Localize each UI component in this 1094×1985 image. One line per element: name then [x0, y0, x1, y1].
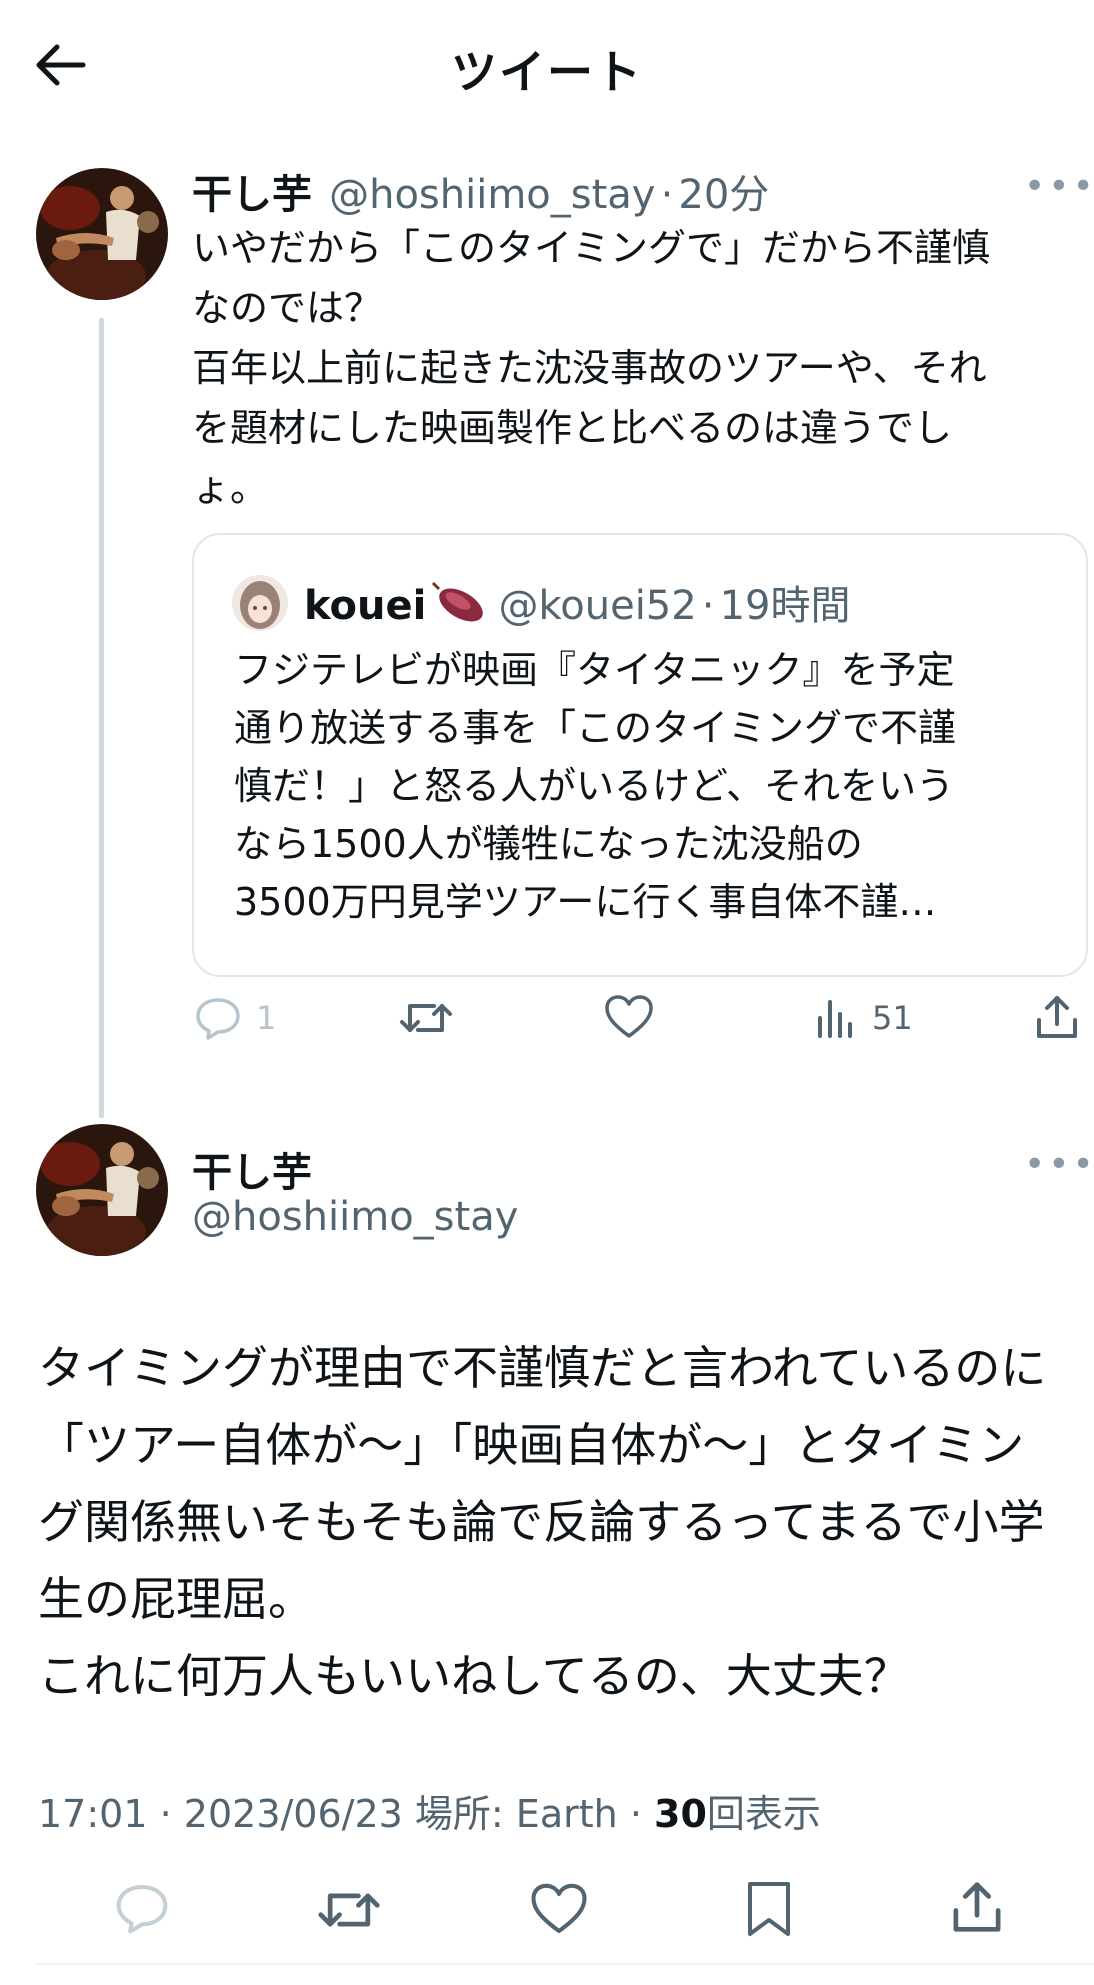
separator-dot: ·: [159, 1792, 172, 1836]
sweet-potato-icon: [432, 581, 484, 622]
analytics-icon: [818, 1000, 852, 1038]
views-button[interactable]: 51: [816, 996, 913, 1040]
text-line: フジテレビが映画『タイタニック』を予定: [234, 648, 955, 692]
painting-avatar-image: [36, 168, 168, 300]
bookmark-icon: [748, 1882, 790, 1936]
share-icon: [1037, 996, 1077, 1038]
more-options-icon[interactable]: •••: [1024, 166, 1094, 207]
text-line: 「ツアー自体が〜」「映画自体が〜」とタイミン: [38, 1418, 1025, 1472]
text-line: 通り放送する事を「このタイミングで不謹: [234, 706, 957, 750]
reply-button[interactable]: 1: [194, 996, 276, 1040]
tweet-location: 場所: Earth: [414, 1792, 618, 1836]
text-line: グ関係無いそもそも論で反論するってまるで小学: [38, 1495, 1045, 1549]
quote-header: kouei @kouei52 · 19時間: [304, 573, 851, 631]
divider: [36, 1963, 1094, 1965]
thread-connector: [99, 318, 104, 1118]
share-button[interactable]: [1034, 994, 1080, 1044]
author-name[interactable]: 干し芋: [192, 172, 312, 218]
text-line: 百年以上前に起きた沈没事故のツアーや、それ: [192, 346, 987, 390]
page-title: ツイート: [451, 45, 643, 99]
text-line: これに何万人もいいねしてるの、大丈夫？: [38, 1649, 910, 1703]
quote-avatar: [232, 575, 288, 631]
tweet-text: いやだから「このタイミングで」だから不謹慎 なのでは？ 百年以上前に起きた沈没事…: [192, 218, 1082, 518]
avatar[interactable]: [36, 168, 168, 300]
author-handle[interactable]: @hoshiimo_stay: [329, 172, 655, 218]
quoted-tweet[interactable]: kouei @kouei52 · 19時間 フジテレビが映画『タイタニック』を予…: [192, 533, 1088, 977]
reply-icon: [196, 998, 240, 1040]
like-button[interactable]: [530, 1882, 588, 1940]
like-button[interactable]: [604, 994, 654, 1044]
avatar[interactable]: [36, 1124, 168, 1256]
author-name[interactable]: 干し芋: [192, 1140, 312, 1198]
quote-author-name: kouei: [304, 583, 427, 629]
quote-time: 19時間: [719, 583, 851, 629]
text-line: ょ。: [192, 466, 269, 510]
reply-icon: [116, 1884, 168, 1934]
reply-button[interactable]: [114, 1882, 170, 1938]
bookmark-button[interactable]: [744, 1880, 794, 1942]
text-line: 生の屁理屈。: [38, 1572, 314, 1626]
author-handle[interactable]: @hoshiimo_stay: [192, 1194, 518, 1240]
top-bar: ツイート: [0, 0, 1094, 130]
tweet-date[interactable]: 2023/06/23: [184, 1792, 403, 1836]
tweet-header: 干し芋 @hoshiimo_stay · 20分: [192, 162, 769, 220]
heart-icon: [605, 995, 653, 1038]
reply-count: 1: [256, 999, 277, 1037]
retweet-icon: [318, 1893, 380, 1927]
text-line: 3500万円見学ツアーに行く事自体不謹…: [234, 880, 937, 924]
painting-avatar-image: [36, 1124, 168, 1256]
retweet-button[interactable]: [398, 996, 454, 1044]
text-line: 慎だ！」と怒る人がいるけど、それをいう: [234, 764, 955, 808]
text-line: なのでは？: [192, 286, 383, 330]
tweet-meta: 17:01 · 2023/06/23 場所: Earth · 30回表示: [38, 1783, 821, 1838]
views-label: 回表示: [706, 1792, 821, 1836]
views-count: 30: [654, 1792, 707, 1836]
retweet-icon: [400, 1004, 452, 1032]
separator-dot: ·: [629, 1792, 642, 1836]
text-line: なら1500人が犠牲になった沈没船の: [234, 822, 863, 866]
share-icon: [953, 1882, 1001, 1932]
anime-avatar-image: [232, 575, 288, 631]
more-options-icon[interactable]: •••: [1024, 1144, 1094, 1185]
tweet-time[interactable]: 20分: [678, 172, 769, 218]
heart-icon: [531, 1883, 587, 1934]
tweet-timestamp[interactable]: 17:01: [38, 1792, 148, 1836]
view-count: 51: [872, 999, 913, 1037]
quote-text: フジテレビが映画『タイタニック』を予定 通り放送する事を「このタイミングで不謹 …: [234, 641, 1054, 931]
share-button[interactable]: [950, 1880, 1004, 1938]
retweet-button[interactable]: [316, 1884, 382, 1940]
tweet-text: タイミングが理由で不謹慎だと言われているのに 「ツアー自体が〜」「映画自体が〜」…: [38, 1330, 1078, 1715]
text-line: いやだから「このタイミングで」だから不謹慎: [192, 226, 991, 270]
quote-author-handle: @kouei52: [498, 583, 697, 629]
text-line: タイミングが理由で不謹慎だと言われているのに: [38, 1341, 1047, 1395]
separator-dot: ·: [701, 583, 715, 629]
text-line: を題材にした映画製作と比べるのは違うでし: [192, 406, 953, 450]
separator-dot: ·: [660, 172, 674, 218]
